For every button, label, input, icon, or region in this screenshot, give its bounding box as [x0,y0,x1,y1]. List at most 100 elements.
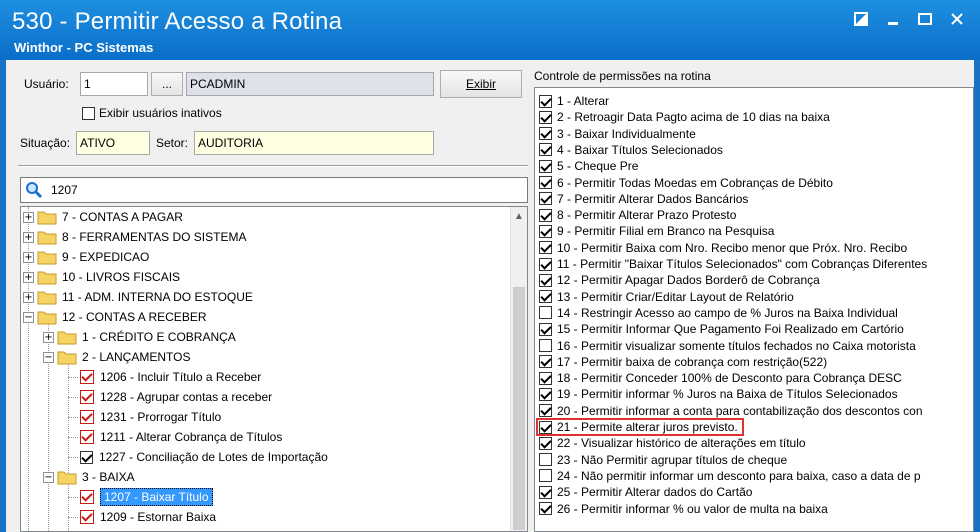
permission-item[interactable]: 24 - Não permitir informar um desconto p… [539,468,921,484]
permission-item[interactable]: 9 - Permitir Filial em Branco na Pesquis… [539,223,774,239]
permission-checkbox[interactable] [539,404,552,418]
permission-item[interactable]: 10 - Permitir Baixa com Nro. Recibo meno… [539,240,907,256]
permission-item[interactable]: 23 - Não Permitir agrupar títulos de che… [539,452,787,468]
permission-checkbox[interactable] [539,290,552,304]
permission-item[interactable]: 26 - Permitir informar % ou valor de mul… [539,501,828,517]
tree-node[interactable]: − 2 - LANÇAMENTOS [43,347,190,367]
permission-checkbox[interactable] [539,192,552,206]
permission-checkbox[interactable] [539,127,552,141]
scroll-up-icon[interactable]: ▲ [514,211,524,222]
close-icon[interactable] [948,10,966,28]
usuario-code-input[interactable]: 1 [80,72,148,96]
permission-checkbox[interactable] [539,224,552,238]
routine-tree[interactable]: + 7 - CONTAS A PAGAR + 8 - FERRAMENTAS D… [20,206,528,532]
search-box[interactable]: 1207 [20,177,528,203]
permission-item[interactable]: 25 - Permitir Alterar dados do Cartão [539,484,752,500]
permission-checkbox[interactable] [539,420,552,434]
permission-checkbox[interactable] [539,208,552,222]
tree-node[interactable]: + 10 - LIVROS FISCAIS [23,267,180,287]
permission-checkbox[interactable] [539,469,552,483]
collapse-icon[interactable]: − [43,351,54,363]
tree-node[interactable]: − 12 - CONTAS A RECEBER [23,307,207,327]
permission-checkbox[interactable] [539,485,552,499]
search-input[interactable]: 1207 [51,183,78,197]
routine-checkbox[interactable] [80,510,94,524]
collapse-icon[interactable]: − [43,471,54,483]
permission-checkbox[interactable] [539,273,552,287]
expand-icon[interactable]: + [23,271,34,283]
permission-checkbox[interactable] [539,306,552,320]
permission-item[interactable]: 5 - Cheque Pre [539,158,638,174]
permission-item[interactable]: 22 - Visualizar histórico de alterações … [539,435,806,451]
permission-checkbox[interactable] [539,322,552,336]
routine-checkbox[interactable] [80,430,94,444]
expand-icon[interactable]: + [23,251,34,263]
permission-item[interactable]: 17 - Permitir baixa de cobrança com rest… [539,354,827,370]
tree-node[interactable]: + 8 - FERRAMENTAS DO SISTEMA [23,227,246,247]
permission-checkbox[interactable] [539,257,552,271]
expand-icon[interactable]: + [23,231,34,243]
permission-checkbox[interactable] [539,371,552,385]
permission-item[interactable]: 8 - Permitir Alterar Prazo Protesto [539,207,736,223]
tree-leaf[interactable]: 1228 - Agrupar contas a receber [68,387,272,407]
permission-item[interactable]: 13 - Permitir Criar/Editar Layout de Rel… [539,289,794,305]
permission-item[interactable]: 3 - Baixar Individualmente [539,126,696,142]
tree-node[interactable]: − 3 - BAIXA [43,467,135,487]
permission-item[interactable]: 14 - Restringir Acesso ao campo de % Jur… [539,305,898,321]
routine-checkbox[interactable] [80,410,94,424]
permission-checkbox[interactable] [539,143,552,157]
tree-leaf[interactable]: 1231 - Prorrogar Título [68,407,221,427]
tree-leaf[interactable]: 1209 - Estornar Baixa [68,507,216,527]
collapse-icon[interactable]: − [23,311,34,323]
permission-item[interactable]: 21 - Permite alterar juros previsto. [536,418,744,436]
permission-item[interactable]: 16 - Permitir visualizar somente títulos… [539,338,916,354]
permission-item[interactable]: 18 - Permitir Conceder 100% de Desconto … [539,370,902,386]
permission-item[interactable]: 2 - Retroagir Data Pagto acima de 10 dia… [539,109,830,125]
permission-checkbox[interactable] [539,502,552,515]
permission-item[interactable]: 15 - Permitir Informar Que Pagamento Foi… [539,321,904,337]
maximize-icon[interactable] [916,10,934,28]
permission-checkbox[interactable] [539,94,552,108]
tree-leaf[interactable]: 1206 - Incluir Título a Receber [68,367,261,387]
tree-node[interactable]: + 11 - ADM. INTERNA DO ESTOQUE [23,287,253,307]
permission-checkbox[interactable] [539,387,552,401]
expand-icon[interactable]: + [23,211,34,223]
permission-item[interactable]: 11 - Permitir "Baixar Títulos Selecionad… [539,256,927,272]
permission-checkbox[interactable] [539,176,552,189]
permission-checkbox[interactable] [539,453,552,467]
permission-item[interactable]: 20 - Permitir informar a conta para cont… [539,403,923,419]
inativos-checkbox[interactable] [82,106,95,120]
tree-leaf[interactable]: 1227 - Conciliação de Lotes de Importaçã… [68,447,328,467]
permission-item[interactable]: 4 - Baixar Títulos Selecionados [539,142,723,158]
routine-checkbox[interactable] [80,370,94,384]
permission-item[interactable]: 1 - Alterar [539,93,609,109]
permission-checkbox[interactable] [539,339,552,352]
tree-node[interactable]: + 1 - CRÉDITO E COBRANÇA [43,327,236,347]
permission-checkbox[interactable] [539,241,552,255]
permission-checkbox[interactable] [539,159,552,173]
expand-icon[interactable]: + [23,291,34,303]
routine-checkbox[interactable] [80,390,94,404]
permissions-list[interactable]: 1 - Alterar 2 - Retroagir Data Pagto acim… [534,87,974,532]
tree-leaf[interactable]: 1211 - Alterar Cobrança de Títulos [68,427,282,447]
tree-node[interactable]: + 9 - EXPEDICAO [23,247,149,267]
permission-item[interactable]: 7 - Permitir Alterar Dados Bancários [539,191,748,207]
permission-checkbox[interactable] [539,436,552,450]
minimize-icon[interactable] [884,10,902,28]
permission-checkbox[interactable] [539,355,552,369]
scrollbar-thumb[interactable] [513,287,525,530]
routine-checkbox[interactable] [80,490,94,504]
restore-icon[interactable] [852,10,870,28]
inativos-option[interactable]: Exibir usuários inativos [82,106,222,120]
expand-icon[interactable]: + [43,331,54,343]
tree-leaf-selected[interactable]: 1207 - Baixar Título [68,487,213,507]
tree-scrollbar[interactable]: ▲ [510,207,527,531]
exibir-button[interactable]: Exibir [440,70,522,98]
permission-item[interactable]: 19 - Permitir informar % Juros na Baixa … [539,386,898,402]
tree-node[interactable]: + 7 - CONTAS A PAGAR [23,207,183,227]
permission-item[interactable]: 12 - Permitir Apagar Dados Borderô de Co… [539,272,820,288]
permission-item[interactable]: 6 - Permitir Todas Moedas em Cobranças d… [539,175,833,191]
user-lookup-button[interactable]: ... [151,72,183,96]
routine-checkbox[interactable] [80,450,93,464]
permission-checkbox[interactable] [539,110,552,124]
